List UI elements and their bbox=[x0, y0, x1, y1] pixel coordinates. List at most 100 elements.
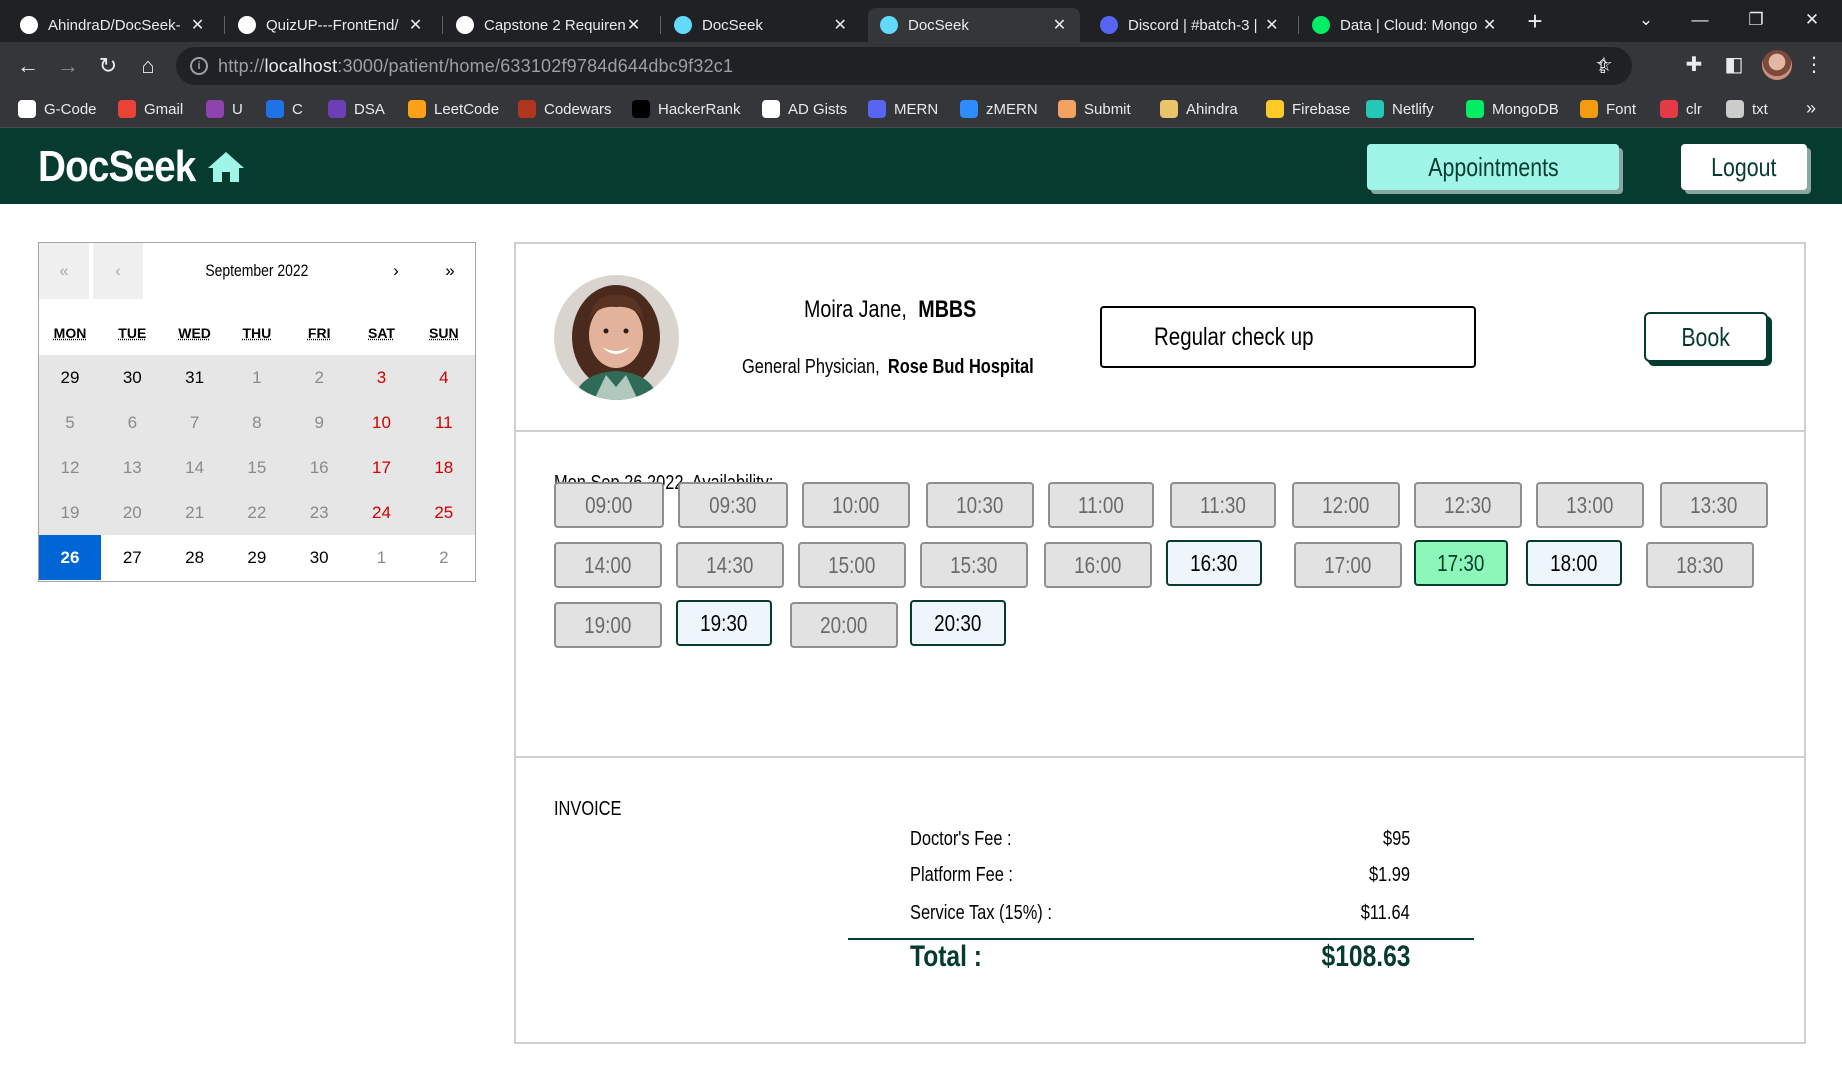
time-slot-button[interactable]: 14:00 bbox=[554, 542, 662, 588]
next-month-button[interactable]: › bbox=[371, 243, 421, 299]
calendar-day[interactable]: 31 bbox=[164, 355, 226, 400]
bookmark-item[interactable]: Codewars bbox=[518, 97, 612, 121]
maximize-icon[interactable]: ❐ bbox=[1728, 0, 1784, 40]
time-slot-button[interactable]: 14:30 bbox=[676, 542, 784, 588]
bookmark-item[interactable]: Submit bbox=[1058, 97, 1131, 121]
calendar-month-label[interactable]: September 2022 bbox=[151, 243, 363, 299]
calendar-day[interactable]: 9 bbox=[288, 400, 350, 445]
calendar-day[interactable]: 12 bbox=[39, 445, 101, 490]
home-icon[interactable] bbox=[206, 150, 246, 184]
calendar-day[interactable]: 30 bbox=[288, 535, 350, 580]
time-slot-button[interactable]: 18:00 bbox=[1526, 540, 1622, 586]
home-icon[interactable]: ⌂ bbox=[132, 50, 164, 82]
close-tab-icon[interactable]: ✕ bbox=[407, 15, 424, 35]
bookmark-item[interactable]: U bbox=[206, 97, 243, 121]
bookmark-item[interactable]: zMERN bbox=[960, 97, 1038, 121]
bookmark-item[interactable]: DSA bbox=[328, 97, 385, 121]
address-bar[interactable]: i http://localhost:3000/patient/home/633… bbox=[176, 47, 1632, 85]
calendar-day[interactable]: 3 bbox=[351, 355, 413, 400]
time-slot-button[interactable]: 16:00 bbox=[1044, 542, 1152, 588]
browser-tab[interactable]: DocSeek ✕ bbox=[868, 8, 1080, 42]
logout-button[interactable]: Logout bbox=[1681, 144, 1807, 190]
bookmark-item[interactable]: Firebase bbox=[1266, 97, 1350, 121]
bookmark-item[interactable]: clr bbox=[1660, 97, 1702, 121]
bookmark-item[interactable]: LeetCode bbox=[408, 97, 499, 121]
bookmark-item[interactable]: MERN bbox=[868, 97, 938, 121]
bookmark-item[interactable]: G-Code bbox=[18, 97, 97, 121]
calendar-day[interactable]: 30 bbox=[101, 355, 163, 400]
time-slot-button[interactable]: 10:30 bbox=[926, 482, 1034, 528]
time-slot-button[interactable]: 15:30 bbox=[920, 542, 1028, 588]
time-slot-button[interactable]: 16:30 bbox=[1166, 540, 1262, 586]
back-icon[interactable]: ← bbox=[12, 50, 44, 82]
reload-icon[interactable]: ↻ bbox=[92, 50, 124, 82]
calendar-day[interactable]: 27 bbox=[101, 535, 163, 580]
calendar-day[interactable]: 19 bbox=[39, 490, 101, 535]
url-text[interactable]: http://localhost:3000/patient/home/63310… bbox=[218, 56, 733, 77]
next-year-button[interactable]: » bbox=[425, 243, 475, 299]
calendar-day[interactable]: 24 bbox=[351, 490, 413, 535]
calendar-day[interactable]: 22 bbox=[226, 490, 288, 535]
close-tab-icon[interactable]: ✕ bbox=[189, 15, 206, 35]
more-bookmarks-button[interactable]: » bbox=[1806, 98, 1816, 119]
close-tab-icon[interactable]: ✕ bbox=[1264, 15, 1280, 35]
calendar-day[interactable]: 11 bbox=[413, 400, 475, 445]
calendar-day[interactable]: 2 bbox=[413, 535, 475, 580]
bookmark-item[interactable]: HackerRank bbox=[632, 97, 741, 121]
calendar-day[interactable]: 17 bbox=[351, 445, 413, 490]
time-slot-button[interactable]: 11:30 bbox=[1170, 482, 1276, 528]
calendar-day[interactable]: 6 bbox=[101, 400, 163, 445]
close-tab-icon[interactable]: ✕ bbox=[832, 15, 848, 35]
browser-tab[interactable]: Data | Cloud: Mongo ✕ bbox=[1300, 8, 1510, 42]
time-slot-button[interactable]: 09:00 bbox=[554, 482, 664, 528]
bookmark-item[interactable]: C bbox=[266, 97, 303, 121]
calendar-day[interactable]: 1 bbox=[226, 355, 288, 400]
calendar-day[interactable]: 16 bbox=[288, 445, 350, 490]
book-button[interactable]: Book bbox=[1644, 312, 1768, 362]
bookmark-star-icon[interactable]: ☆ bbox=[1590, 52, 1618, 77]
calendar-day[interactable]: 21 bbox=[164, 490, 226, 535]
bookmark-item[interactable]: MongoDB bbox=[1466, 97, 1559, 121]
site-info-icon[interactable]: i bbox=[190, 57, 208, 75]
time-slot-button[interactable]: 13:00 bbox=[1536, 482, 1644, 528]
calendar-day[interactable]: 15 bbox=[226, 445, 288, 490]
calendar-day[interactable]: 5 bbox=[39, 400, 101, 445]
calendar-day[interactable]: 14 bbox=[164, 445, 226, 490]
calendar-day[interactable]: 29 bbox=[39, 355, 101, 400]
bookmark-item[interactable]: AD Gists bbox=[762, 97, 847, 121]
time-slot-button[interactable]: 19:00 bbox=[554, 602, 662, 648]
calendar-day[interactable]: 29 bbox=[226, 535, 288, 580]
calendar-day[interactable]: 7 bbox=[164, 400, 226, 445]
brand-logo[interactable]: DocSeek bbox=[38, 142, 196, 192]
time-slot-button[interactable]: 11:00 bbox=[1048, 482, 1154, 528]
appointments-button[interactable]: Appointments bbox=[1367, 144, 1619, 190]
side-panel-icon[interactable]: ◧ bbox=[1720, 52, 1748, 77]
calendar-day[interactable]: 1 bbox=[351, 535, 413, 580]
prev-month-button[interactable]: ‹ bbox=[93, 243, 143, 299]
browser-tab[interactable]: Capstone 2 Requiren ✕ bbox=[444, 8, 654, 42]
minimize-icon[interactable]: — bbox=[1672, 0, 1728, 40]
close-tab-icon[interactable]: ✕ bbox=[1481, 15, 1498, 35]
time-slot-selected[interactable]: 17:30 bbox=[1414, 540, 1508, 586]
calendar-day[interactable]: 8 bbox=[226, 400, 288, 445]
time-slot-button[interactable]: 20:30 bbox=[910, 600, 1006, 646]
bookmark-item[interactable]: txt bbox=[1726, 97, 1768, 121]
close-tab-icon[interactable]: ✕ bbox=[1051, 15, 1068, 35]
time-slot-button[interactable]: 12:00 bbox=[1292, 482, 1400, 528]
reason-input[interactable]: Regular check up bbox=[1100, 306, 1476, 368]
calendar-day-selected[interactable]: 26 bbox=[39, 535, 101, 580]
calendar-day[interactable]: 20 bbox=[101, 490, 163, 535]
calendar-day[interactable]: 4 bbox=[413, 355, 475, 400]
close-tab-icon[interactable]: ✕ bbox=[625, 15, 642, 35]
calendar-day[interactable]: 10 bbox=[351, 400, 413, 445]
bookmark-item[interactable]: Netlify bbox=[1366, 97, 1434, 121]
bookmark-item[interactable]: Ahindra bbox=[1160, 97, 1238, 121]
time-slot-button[interactable]: 18:30 bbox=[1646, 542, 1754, 588]
time-slot-button[interactable]: 20:00 bbox=[790, 602, 898, 648]
calendar-day[interactable]: 28 bbox=[164, 535, 226, 580]
time-slot-button[interactable]: 17:00 bbox=[1294, 542, 1402, 588]
forward-icon[interactable]: → bbox=[52, 50, 84, 82]
new-tab-button[interactable]: + bbox=[1520, 6, 1550, 36]
browser-tab[interactable]: AhindraD/DocSeek- ✕ bbox=[8, 8, 218, 42]
time-slot-button[interactable]: 13:30 bbox=[1660, 482, 1768, 528]
